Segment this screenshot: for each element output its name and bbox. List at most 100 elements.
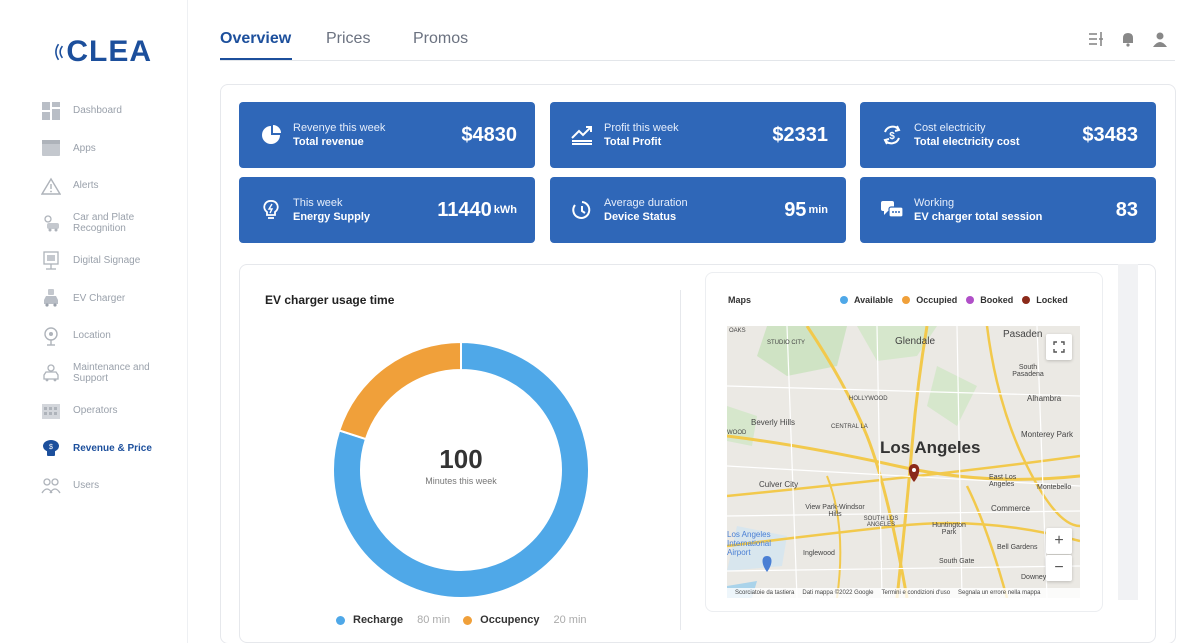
card-value: 95 bbox=[784, 198, 807, 221]
sidebar-item-users[interactable]: Users bbox=[40, 467, 180, 505]
chart-title: EV charger usage time bbox=[265, 293, 395, 307]
map-label-south-la: SOUTH LOS ANGELES bbox=[863, 516, 899, 528]
stat-card-average-duration[interactable]: Average duration Device Status 95 min bbox=[550, 177, 846, 243]
stat-card-profit[interactable]: Profit this week Total Profit $2331 bbox=[550, 102, 846, 168]
card-subtitle: This week bbox=[293, 197, 343, 209]
sidebar-item-ev-charger[interactable]: EV Charger bbox=[40, 280, 180, 318]
legend-value-occupency: 20 min bbox=[553, 614, 587, 626]
map-label-east-los-angeles: East Los Angeles bbox=[989, 474, 1017, 488]
sidebar-item-dashboard[interactable]: Dashboard bbox=[40, 92, 180, 130]
card-unit: kWh bbox=[493, 204, 517, 216]
sidebar-item-label: Apps bbox=[73, 142, 96, 154]
dashboard-icon bbox=[40, 100, 62, 122]
revenue-icon: $ bbox=[40, 437, 62, 459]
zoom-out-button[interactable]: − bbox=[1046, 555, 1072, 581]
donut-slice-occupency[interactable] bbox=[338, 340, 462, 441]
clock-icon bbox=[570, 198, 594, 222]
donut-legend: Recharge 80 min Occupency 20 min bbox=[336, 614, 600, 626]
donut-center-label: Minutes this week bbox=[425, 476, 497, 486]
map-label-south-pasadena: South Pasadena bbox=[1012, 364, 1044, 378]
section-divider bbox=[680, 290, 681, 630]
card-value: $4830 bbox=[461, 123, 517, 146]
legend-label: Booked bbox=[980, 295, 1014, 305]
card-value: $3483 bbox=[1082, 123, 1138, 146]
car-recognition-icon bbox=[40, 212, 62, 234]
stat-card-electricity-cost[interactable]: $ Cost electricity Total electricity cos… bbox=[860, 102, 1156, 168]
map-label-south-gate: South Gate bbox=[939, 558, 975, 565]
card-title: Total revenue bbox=[293, 136, 364, 148]
map-legend-available: Available bbox=[840, 295, 893, 305]
sidebar-item-maintenance-support[interactable]: Maintenance and Support bbox=[40, 355, 180, 393]
map-footer-terms[interactable]: Termini e condizioni d'uso bbox=[882, 590, 951, 596]
map-legend-locked: Locked bbox=[1022, 295, 1068, 305]
brand-logo[interactable]: CLEA bbox=[52, 34, 152, 70]
header-actions bbox=[1087, 30, 1169, 48]
sidebar-item-operators[interactable]: Operators bbox=[40, 392, 180, 430]
sidebar-item-label: Dashboard bbox=[73, 105, 122, 117]
map-label-downey: Downey bbox=[1021, 574, 1047, 581]
ev-charger-icon bbox=[40, 287, 62, 309]
maps-label: Maps bbox=[728, 295, 752, 305]
legend-label: Occupied bbox=[916, 295, 958, 305]
map-label-oaks: OAKS bbox=[729, 328, 746, 334]
map-footer-report[interactable]: Segnala un errore nella mappa bbox=[958, 590, 1040, 596]
tab-promos[interactable]: Promos bbox=[413, 30, 468, 48]
tab-prices[interactable]: Prices bbox=[326, 30, 370, 48]
map-label-view-park: View Park-Windsor Hills bbox=[805, 504, 865, 518]
legend-label-occupency: Occupency bbox=[480, 614, 540, 626]
sidebar-item-label: Maintenance and Support bbox=[73, 362, 150, 384]
map-footer-data: Dati mappa ©2022 Google bbox=[802, 590, 874, 596]
sidebar-item-label: EV Charger bbox=[73, 292, 126, 304]
sidebar-item-location[interactable]: Location bbox=[40, 317, 180, 355]
operators-icon bbox=[40, 400, 62, 422]
legend-dot bbox=[966, 296, 975, 304]
sidebar-item-label: Location bbox=[73, 330, 111, 342]
sidebar-item-label: Operators bbox=[73, 405, 118, 417]
card-subtitle: Cost electricity bbox=[914, 122, 986, 134]
map-label-studio-city: STUDIO CITY bbox=[767, 340, 806, 346]
card-subtitle: Average duration bbox=[604, 197, 688, 209]
sidebar-item-digital-signage[interactable]: Digital Signage bbox=[40, 242, 180, 280]
card-subtitle: Working bbox=[914, 197, 955, 209]
map-legend: Available Occupied Booked Locked bbox=[840, 295, 1068, 305]
users-icon bbox=[40, 475, 62, 497]
label-line-1: Maintenance and bbox=[73, 362, 150, 374]
user-icon[interactable] bbox=[1151, 30, 1169, 48]
stat-card-total-sessions[interactable]: Working EV charger total session 83 bbox=[860, 177, 1156, 243]
stat-card-energy-supply[interactable]: This week Energy Supply 11440 kWh bbox=[239, 177, 535, 243]
map-label-wood: WOOD bbox=[727, 430, 747, 436]
logo-text: CLEA bbox=[66, 35, 152, 68]
bell-icon[interactable] bbox=[1119, 30, 1137, 48]
map-view[interactable]: OAKS STUDIO CITY Glendale Pasaden South … bbox=[727, 326, 1080, 598]
sidebar-item-label: Alerts bbox=[73, 180, 99, 192]
apps-icon bbox=[40, 137, 62, 159]
card-value: $2331 bbox=[772, 123, 828, 146]
active-tab-indicator bbox=[220, 58, 292, 60]
label-line-2: Support bbox=[73, 373, 109, 385]
filter-icon[interactable] bbox=[1087, 30, 1105, 48]
map-legend-booked: Booked bbox=[966, 295, 1013, 305]
sidebar-item-alerts[interactable]: Alerts bbox=[40, 167, 180, 205]
legend-dot bbox=[1022, 296, 1031, 304]
location-icon bbox=[40, 325, 62, 347]
scrollbar[interactable] bbox=[1118, 264, 1138, 600]
svg-text:$: $ bbox=[889, 131, 895, 142]
stat-card-revenue[interactable]: Revenye this week Total revenue $4830 bbox=[239, 102, 535, 168]
sidebar-item-revenue-price[interactable]: $ Revenue & Price bbox=[40, 430, 180, 468]
card-subtitle: Profit this week bbox=[604, 122, 679, 134]
map-label-los-angeles: Los Angeles bbox=[880, 438, 981, 457]
legend-label-recharge: Recharge bbox=[353, 614, 404, 626]
map-footer-shortcuts[interactable]: Scorciatoie da tastiera bbox=[735, 590, 794, 596]
map-label-central-la: CENTRAL LA bbox=[831, 424, 868, 430]
zoom-in-button[interactable]: + bbox=[1046, 528, 1072, 554]
sidebar-item-car-plate-recognition[interactable]: Car and Plate Recognition bbox=[40, 205, 180, 243]
donut-center-value: 100 bbox=[439, 444, 483, 474]
sidebar-item-label: Users bbox=[73, 480, 100, 492]
card-value: 83 bbox=[1115, 198, 1138, 221]
map-label-bell-gardens: Bell Gardens bbox=[997, 544, 1038, 551]
card-title: Device Status bbox=[604, 211, 677, 223]
sidebar-item-apps[interactable]: Apps bbox=[40, 130, 180, 168]
tab-overview[interactable]: Overview bbox=[220, 30, 291, 48]
fullscreen-button[interactable] bbox=[1046, 334, 1072, 360]
label-line-1: Car and Plate bbox=[73, 212, 135, 224]
